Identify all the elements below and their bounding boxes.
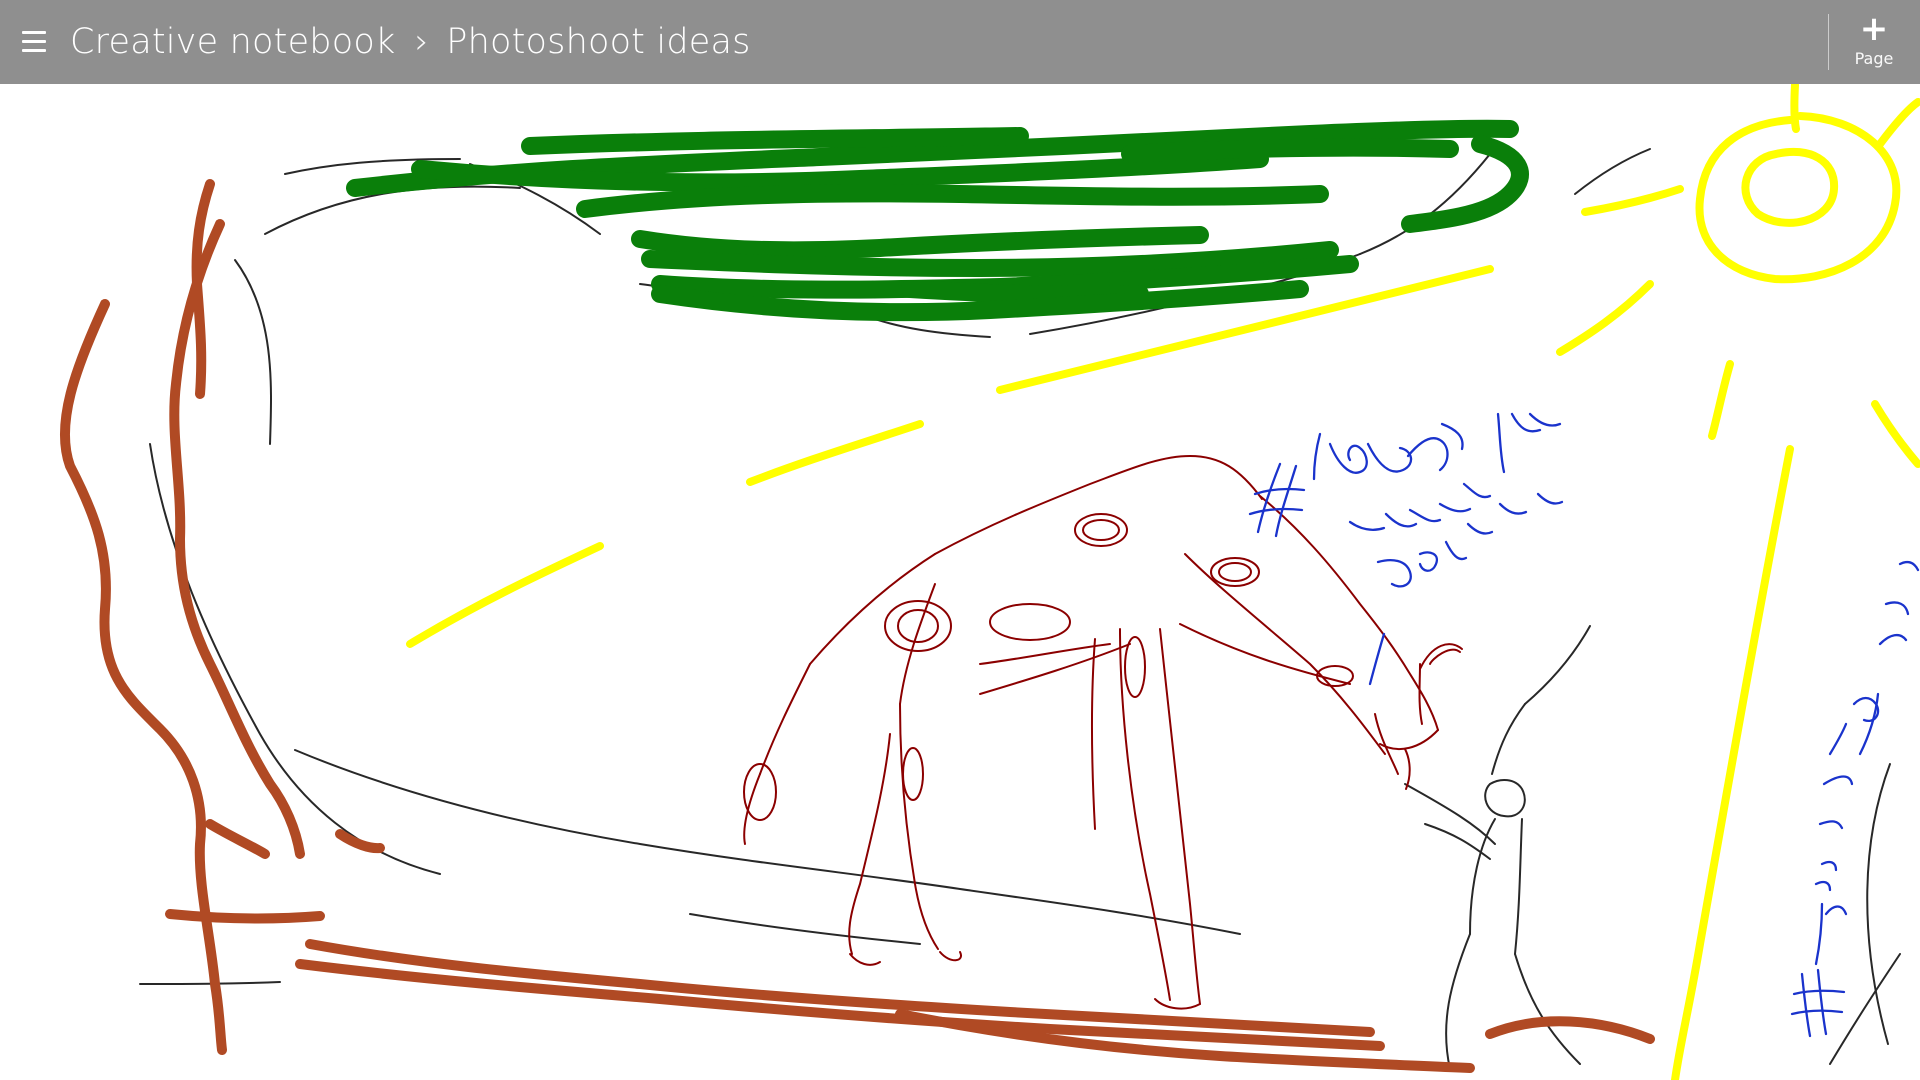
page-title: Photoshoot ideas <box>446 22 751 62</box>
giraffe-strokes <box>743 455 1463 1010</box>
foliage-strokes <box>346 119 1529 322</box>
add-page-button[interactable]: + Page <box>1836 8 1912 76</box>
add-page-label: Page <box>1854 49 1894 68</box>
notebook-name[interactable]: Creative notebook <box>70 22 395 62</box>
onenote-app: Creative notebook › Photoshoot ideas + P… <box>0 0 1920 1080</box>
header-divider <box>1828 14 1829 70</box>
breadcrumb-separator: › <box>414 22 429 62</box>
breadcrumb: Creative notebook › Photoshoot ideas <box>70 18 751 66</box>
ink-canvas[interactable] <box>0 84 1920 1080</box>
ink-drawing <box>59 84 1920 1080</box>
hamburger-icon[interactable] <box>16 24 52 60</box>
handwritten-notes <box>1248 412 1920 1038</box>
plus-icon: + <box>1859 9 1889 49</box>
top-bar: Creative notebook › Photoshoot ideas + P… <box>0 0 1920 84</box>
